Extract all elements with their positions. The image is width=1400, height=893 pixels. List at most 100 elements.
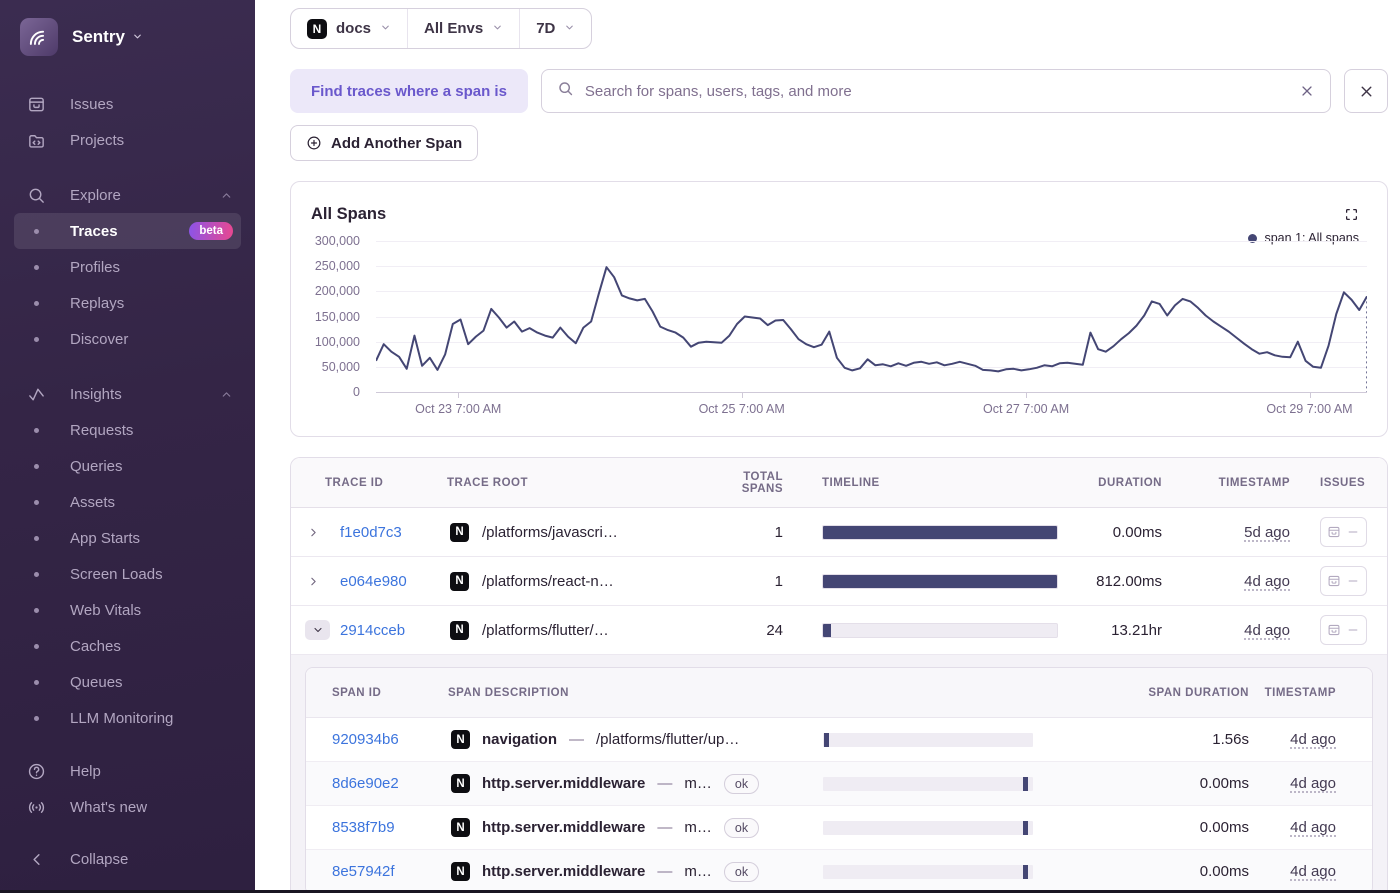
trace-row-expanded: 2914cceb N /platforms/flutter/… 24 13.21… <box>291 606 1387 655</box>
y-axis-tick-label: 150,000 <box>314 309 360 324</box>
issues-count-button[interactable] <box>1320 566 1367 596</box>
total-spans-value: 24 <box>766 621 783 639</box>
sidebar-brand: Sentry <box>14 14 241 56</box>
date-range-selector[interactable]: 7D <box>519 9 591 48</box>
projects-icon <box>26 131 46 150</box>
sidebar-item-llm-monitoring[interactable]: LLM Monitoring <box>14 700 241 736</box>
timeline-bar <box>822 573 1058 589</box>
span-id-link[interactable]: 8538f7b9 <box>332 819 395 836</box>
sidebar-item-label: Profiles <box>70 258 121 276</box>
expand-row-chevron-icon[interactable] <box>305 524 322 541</box>
insights-icon <box>26 385 46 404</box>
spans-table: SPAN ID SPAN DESCRIPTION SPAN DURATION T… <box>305 667 1373 893</box>
span-op: http.server.middleware <box>482 863 646 880</box>
traces-table-header: TRACE ID TRACE ROOT TOTAL SPANS TIMELINE… <box>291 458 1387 508</box>
remove-span-filter-button[interactable] <box>1344 69 1388 113</box>
span-id-link[interactable]: 8e57942f <box>332 863 395 880</box>
span-duration-value: 0.00ms <box>1199 775 1249 792</box>
span-search-input[interactable] <box>584 82 1288 100</box>
sidebar-item-discover[interactable]: Discover <box>14 321 241 357</box>
sidebar-item-app-starts[interactable]: App Starts <box>14 520 241 556</box>
col-total-spans: TOTAL SPANS <box>741 470 783 495</box>
span-op: navigation <box>482 731 558 748</box>
bullet-icon <box>26 571 46 577</box>
sidebar-item-label: Queries <box>70 457 123 475</box>
sidebar-item-web-vitals[interactable]: Web Vitals <box>14 592 241 628</box>
org-name: Sentry <box>72 27 125 46</box>
sidebar-item-assets[interactable]: Assets <box>14 484 241 520</box>
span-row: 8e57942f Nhttp.server.middleware — m… ok 0.00… <box>306 850 1372 893</box>
timestamp-value[interactable]: 4d ago <box>1244 573 1290 590</box>
issues-count-button[interactable] <box>1320 517 1367 547</box>
span-timestamp-value[interactable]: 4d ago <box>1290 819 1336 836</box>
separator: — <box>657 863 673 880</box>
expand-row-chevron-icon[interactable] <box>305 573 322 590</box>
sidebar-item-issues[interactable]: Issues <box>14 86 241 122</box>
separator: — <box>569 731 585 748</box>
span-timestamp-value[interactable]: 4d ago <box>1290 863 1336 880</box>
sidebar-item-label: Queues <box>70 673 123 691</box>
span-timeline-bar <box>823 732 1033 747</box>
span-id-link[interactable]: 8d6e90e2 <box>332 775 399 792</box>
timestamp-value[interactable]: 5d ago <box>1244 524 1290 541</box>
issues-count-button[interactable] <box>1320 615 1367 645</box>
col-trace-root: TRACE ROOT <box>447 476 529 489</box>
environment-selector[interactable]: All Envs <box>407 9 519 48</box>
traces-table: TRACE ID TRACE ROOT TOTAL SPANS TIMELINE… <box>290 457 1388 893</box>
sidebar-item-collapse[interactable]: Collapse <box>14 841 241 877</box>
sidebar-item-queues[interactable]: Queues <box>14 664 241 700</box>
span-row: 920934b6 Nnavigation — /platforms/flutter/u… <box>306 718 1372 762</box>
collapse-row-chevron-icon[interactable] <box>305 620 330 640</box>
trace-row: f1e0d7c3 N /platforms/javascri… 1 0.00ms… <box>291 508 1387 557</box>
expand-chart-icon[interactable] <box>1344 207 1359 225</box>
sidebar-item-label: Screen Loads <box>70 565 163 583</box>
span-op: http.server.middleware <box>482 819 646 836</box>
span-id-link[interactable]: 920934b6 <box>332 731 399 748</box>
help-icon <box>26 762 46 781</box>
x-axis-tick-label: Oct 23 7:00 AM <box>415 402 502 416</box>
issues-icon <box>1328 526 1340 538</box>
sidebar-item-requests[interactable]: Requests <box>14 412 241 448</box>
trace-id-link[interactable]: f1e0d7c3 <box>334 524 402 541</box>
sidebar-item-caches[interactable]: Caches <box>14 628 241 664</box>
sidebar-section-explore[interactable]: Explore <box>14 177 241 213</box>
sidebar-item-traces[interactable]: Traces beta <box>14 213 241 249</box>
bullet-icon <box>26 264 46 270</box>
sidebar-footer: Help What's new <box>14 753 241 825</box>
sidebar-item-profiles[interactable]: Profiles <box>14 249 241 285</box>
y-axis-tick-label: 250,000 <box>314 259 360 274</box>
chart-plot <box>376 241 1367 393</box>
add-another-span-button[interactable]: Add Another Span <box>290 125 479 161</box>
sidebar-item-queries[interactable]: Queries <box>14 448 241 484</box>
sidebar-item-replays[interactable]: Replays <box>14 285 241 321</box>
col-duration: DURATION <box>1098 476 1162 489</box>
sidebar-section-insights[interactable]: Insights <box>14 376 241 412</box>
trace-id-link[interactable]: e064e980 <box>334 573 407 590</box>
sentry-logo-icon[interactable] <box>20 18 58 56</box>
span-timestamp-value[interactable]: 4d ago <box>1290 775 1336 792</box>
environment-selector-label: All Envs <box>424 20 484 37</box>
span-timestamp-value[interactable]: 4d ago <box>1290 731 1336 748</box>
sidebar-item-help[interactable]: Help <box>14 753 241 789</box>
sidebar-item-projects[interactable]: Projects <box>14 122 241 158</box>
span-timeline-bar <box>823 864 1033 879</box>
sidebar-item-what-s-new[interactable]: What's new <box>14 789 241 825</box>
timestamp-value[interactable]: 4d ago <box>1244 622 1290 639</box>
project-selector[interactable]: N docs <box>291 9 407 48</box>
clear-search-icon[interactable] <box>1299 83 1315 99</box>
minus-icon <box>1348 580 1358 582</box>
add-another-span-label: Add Another Span <box>331 134 463 152</box>
org-switcher[interactable]: Sentry <box>72 27 143 47</box>
sidebar-item-screen-loads[interactable]: Screen Loads <box>14 556 241 592</box>
bullet-icon <box>26 228 46 234</box>
minus-icon <box>1348 531 1358 533</box>
sidebar: Sentry Issues Projects Explore Traces beta Pr… <box>0 0 255 893</box>
trace-row: e064e980 N /platforms/react-n… 1 812.00m… <box>291 557 1387 606</box>
sidebar-item-label: What's new <box>70 798 148 816</box>
bullet-icon <box>26 300 46 306</box>
trace-id-link[interactable]: 2914cceb <box>334 622 405 639</box>
search-icon <box>557 80 574 102</box>
minus-icon <box>1348 629 1358 631</box>
search-icon <box>26 186 46 205</box>
y-axis-tick-label: 50,000 <box>321 359 360 374</box>
